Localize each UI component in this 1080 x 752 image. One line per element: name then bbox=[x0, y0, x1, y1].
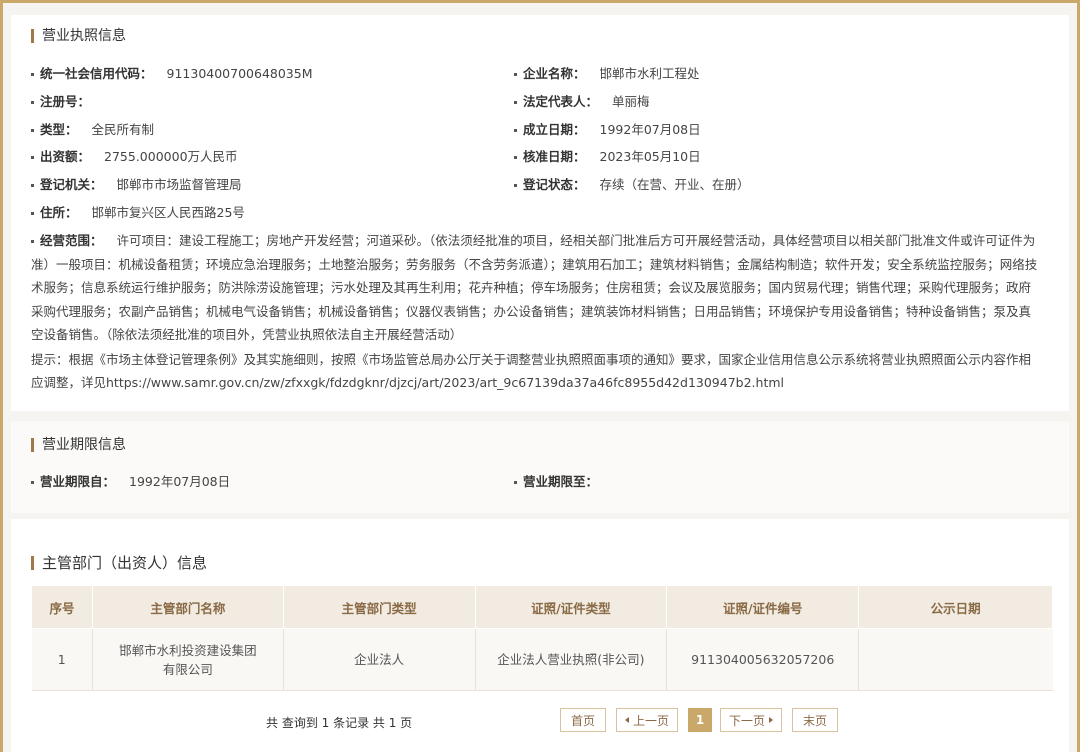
table-row: 1 邯郸市水利投资建设集团有限公司 企业法人 企业法人营业执照(非公司) 911… bbox=[31, 628, 1053, 691]
term-to-row: 营业期限至： bbox=[514, 471, 612, 490]
term-from-label: 营业期限自： bbox=[40, 474, 116, 489]
type-value: 全民所有制 bbox=[91, 122, 155, 137]
legal-rep-row: 法定代表人： 单丽梅 bbox=[514, 91, 650, 110]
pager-info: 共 查询到 1 条记录 共 1 页 bbox=[266, 716, 413, 730]
address-row: 住所： 邯郸市复兴区人民西路25号 bbox=[31, 202, 245, 221]
bullet-icon bbox=[31, 156, 34, 159]
dept-section-title: 主管部门（出资人）信息 bbox=[31, 556, 207, 571]
table-cell bbox=[858, 628, 1053, 691]
address-value: 邯郸市复兴区人民西路25号 bbox=[91, 205, 245, 220]
approved-value: 2023年05月10日 bbox=[599, 149, 701, 164]
col-header: 公示日期 bbox=[858, 585, 1053, 629]
dept-table: 序号 主管部门名称 主管部门类型 证照/证件类型 证照/证件编号 公示日期 1 … bbox=[31, 585, 1053, 691]
business-scope: 经营范围： 许可项目：建设工程施工；房地产开发经营；河道采砂。（依法须经批准的项目… bbox=[31, 229, 1041, 347]
chevron-left-icon bbox=[624, 717, 629, 723]
established-label: 成立日期： bbox=[523, 122, 586, 137]
bullet-icon bbox=[31, 212, 34, 215]
legal-rep-value: 单丽梅 bbox=[612, 94, 650, 109]
reg-no-label: 注册号： bbox=[40, 94, 91, 109]
bullet-icon bbox=[514, 101, 517, 104]
dept-name: 邯郸市水利投资建设集团有限公司 bbox=[119, 642, 257, 677]
next-page-label: 下一页 bbox=[728, 713, 765, 728]
legal-rep-label: 法定代表人： bbox=[523, 94, 599, 109]
address-label: 住所： bbox=[40, 205, 78, 220]
bullet-icon bbox=[31, 481, 34, 484]
reg-no-row: 注册号： bbox=[31, 91, 104, 110]
credit-code-label: 统一社会信用代码： bbox=[40, 66, 153, 81]
term-panel: 营业期限信息 营业期限自： 1992年07月08日 营业期限至： bbox=[11, 421, 1069, 513]
term-from-value: 1992年07月08日 bbox=[129, 474, 231, 489]
authority-value: 邯郸市市场监督管理局 bbox=[116, 177, 242, 192]
approved-label: 核准日期： bbox=[523, 149, 586, 164]
established-row: 成立日期： 1992年07月08日 bbox=[514, 119, 701, 138]
bullet-icon bbox=[514, 73, 517, 76]
term-section-title: 营业期限信息 bbox=[31, 438, 126, 452]
term-to-label: 营业期限至： bbox=[523, 474, 599, 489]
bullet-icon bbox=[514, 129, 517, 132]
bullet-icon bbox=[31, 240, 34, 243]
table-cell: 911304005632057206 bbox=[666, 628, 860, 691]
scope-label: 经营范围： bbox=[40, 233, 103, 248]
approved-row: 核准日期： 2023年05月10日 bbox=[514, 146, 701, 165]
credit-code-row: 统一社会信用代码： 91130400700648035M bbox=[31, 63, 313, 82]
table-cell: 企业法人营业执照(非公司) bbox=[475, 628, 668, 691]
prev-page-button[interactable]: 上一页 bbox=[616, 708, 678, 732]
first-page-button[interactable]: 首页 bbox=[560, 708, 606, 732]
capital-label: 出资额： bbox=[40, 149, 91, 164]
company-name-row: 企业名称： 邯郸市水利工程处 bbox=[514, 63, 700, 82]
prev-page-label: 上一页 bbox=[632, 713, 669, 728]
table-cell: 邯郸市水利投资建设集团有限公司 bbox=[92, 628, 284, 691]
authority-row: 登记机关： 邯郸市市场监督管理局 bbox=[31, 174, 242, 193]
col-header: 证照/证件编号 bbox=[666, 585, 860, 629]
bullet-icon bbox=[514, 184, 517, 187]
license-panel: 营业执照信息 统一社会信用代码： 91130400700648035M 企业名称：… bbox=[11, 15, 1069, 411]
notice-text: 提示：根据《市场主体登记管理条例》及其实施细则，按照《市场监管总局办公厅关于调整… bbox=[31, 352, 1032, 390]
chevron-right-icon bbox=[769, 717, 773, 723]
next-page-button[interactable]: 下一页 bbox=[720, 708, 782, 732]
type-row: 类型： 全民所有制 bbox=[31, 119, 154, 138]
capital-row: 出资额： 2755.000000万人民币 bbox=[31, 146, 238, 165]
scope-value: 许可项目：建设工程施工；房地产开发经营；河道采砂。（依法须经批准的项目，经相关部… bbox=[31, 233, 1038, 342]
table-header-row: 序号 主管部门名称 主管部门类型 证照/证件类型 证照/证件编号 公示日期 bbox=[31, 585, 1053, 629]
capital-value: 2755.000000万人民币 bbox=[104, 149, 238, 164]
term-from-row: 营业期限自： 1992年07月08日 bbox=[31, 471, 230, 490]
license-section-title: 营业执照信息 bbox=[31, 29, 126, 43]
type-label: 类型： bbox=[40, 122, 78, 137]
bullet-icon bbox=[31, 184, 34, 187]
bullet-icon bbox=[31, 73, 34, 76]
last-page-button[interactable]: 末页 bbox=[792, 708, 838, 732]
dept-panel: 主管部门（出资人）信息 序号 主管部门名称 主管部门类型 证照/证件类型 证照/… bbox=[11, 519, 1069, 752]
col-header: 主管部门名称 bbox=[91, 585, 284, 629]
col-header: 证照/证件类型 bbox=[474, 585, 668, 629]
credit-code-value: 91130400700648035M bbox=[166, 66, 313, 81]
status-value: 存续（在营、开业、在册） bbox=[599, 177, 750, 192]
bullet-icon bbox=[514, 481, 517, 484]
table-cell: 1 bbox=[31, 628, 93, 691]
bullet-icon bbox=[514, 156, 517, 159]
bullet-icon bbox=[31, 101, 34, 104]
page-frame: 营业执照信息 统一社会信用代码： 91130400700648035M 企业名称：… bbox=[0, 0, 1080, 752]
table-cell: 企业法人 bbox=[283, 628, 476, 691]
col-header: 主管部门类型 bbox=[282, 585, 476, 629]
authority-label: 登记机关： bbox=[40, 177, 103, 192]
col-header: 序号 bbox=[31, 585, 93, 629]
established-value: 1992年07月08日 bbox=[599, 122, 701, 137]
bullet-icon bbox=[31, 129, 34, 132]
company-name-label: 企业名称： bbox=[523, 66, 586, 81]
page-1-button[interactable]: 1 bbox=[688, 708, 712, 732]
status-label: 登记状态： bbox=[523, 177, 586, 192]
company-name-value: 邯郸市水利工程处 bbox=[599, 66, 700, 81]
status-row: 登记状态： 存续（在营、开业、在册） bbox=[514, 174, 750, 193]
